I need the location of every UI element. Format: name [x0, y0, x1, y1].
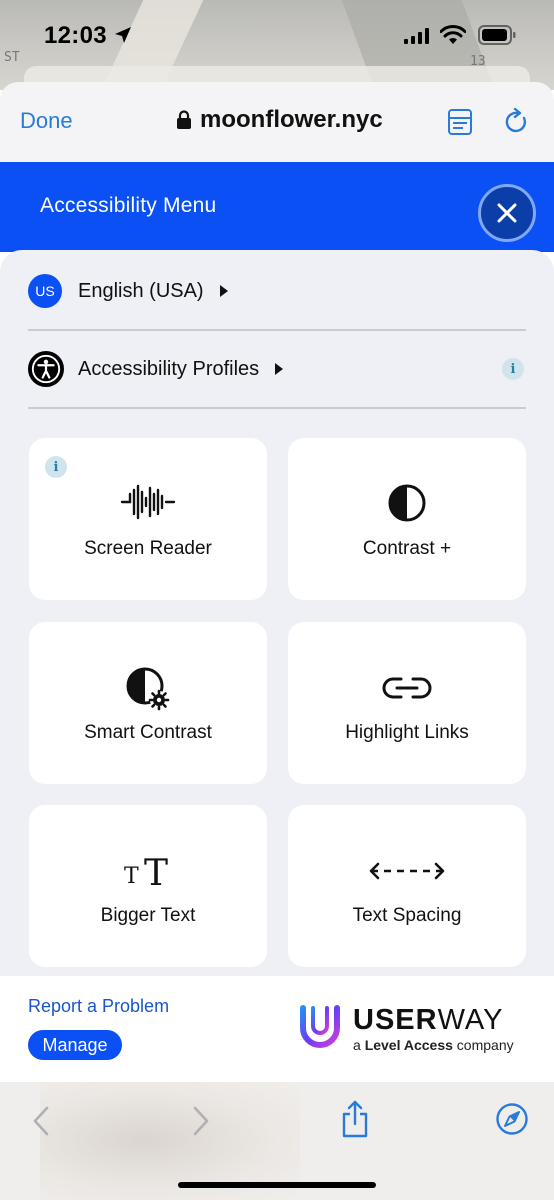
accessibility-profiles-label: Accessibility Profiles [78, 357, 260, 380]
accessibility-person-icon [28, 351, 64, 387]
accessibility-panel: US English (USA) Accessibility Profiles … [0, 250, 554, 976]
share-icon[interactable] [340, 1100, 370, 1138]
brand-bold-text: USER [353, 1004, 438, 1036]
tile-label: Screen Reader [84, 538, 212, 559]
text-size-icon: T T [29, 851, 267, 891]
close-menu-button[interactable] [478, 184, 536, 242]
close-icon [497, 203, 517, 223]
language-flag-badge: US [28, 274, 62, 308]
url-text: moonflower.nyc [200, 106, 383, 133]
tile-label: Contrast + [362, 538, 452, 559]
cellular-signal-icon [404, 28, 429, 44]
status-time: 12:03 [44, 22, 107, 49]
url-display[interactable]: moonflower.nyc [176, 106, 383, 134]
tile-smart-contrast[interactable]: Smart Contrast [29, 622, 267, 784]
tile-label: Smart Contrast [84, 722, 212, 743]
language-selector[interactable]: US English (USA) [28, 252, 526, 330]
tile-bigger-text[interactable]: T T Bigger Text [29, 805, 267, 967]
browser-top-bar: Done moonflower.nyc [0, 82, 554, 162]
manage-button[interactable]: Manage [28, 1030, 122, 1060]
text-spacing-icon [288, 861, 526, 881]
tile-label: Bigger Text [100, 905, 196, 926]
battery-icon [478, 25, 516, 45]
status-bar: 12:03 [0, 0, 554, 70]
waveform-icon [29, 482, 267, 522]
caret-right-icon [219, 285, 228, 297]
svg-text:T: T [124, 864, 139, 889]
home-indicator [178, 1182, 376, 1188]
tile-label: Text Spacing [352, 905, 462, 926]
svg-text:T: T [144, 853, 168, 891]
link-icon [288, 676, 526, 700]
accessibility-menu-header: Accessibility Menu [0, 162, 554, 252]
caret-right-icon [275, 363, 284, 375]
tile-screen-reader[interactable]: i Screen Reader [29, 438, 267, 600]
info-icon[interactable]: i [45, 456, 67, 478]
tile-contrast[interactable]: Contrast + [288, 438, 526, 600]
done-button[interactable]: Done [20, 108, 73, 134]
lock-icon [177, 110, 191, 129]
accessibility-menu-title: Accessibility Menu [40, 194, 217, 217]
reader-view-icon[interactable] [448, 108, 472, 136]
userway-brand: USERWAY [353, 1004, 503, 1037]
tile-text-spacing[interactable]: Text Spacing [288, 805, 526, 967]
forward-arrow-icon[interactable] [190, 1104, 212, 1138]
userway-logo-icon [300, 1005, 340, 1048]
tagline-company: Level Access [364, 1037, 453, 1053]
back-arrow-icon[interactable] [30, 1104, 52, 1138]
compass-icon[interactable] [495, 1102, 529, 1136]
smart-contrast-icon [29, 666, 267, 712]
contrast-icon [288, 482, 526, 524]
widget-footer: Report a Problem Manage USERWAY a Level … [0, 976, 554, 1082]
location-arrow-icon [115, 27, 131, 43]
tagline-prefix: a [353, 1037, 365, 1053]
language-label: English (USA) [78, 279, 204, 302]
divider [28, 407, 526, 409]
wifi-icon [440, 25, 466, 44]
tile-highlight-links[interactable]: Highlight Links [288, 622, 526, 784]
brand-tagline: a Level Access company [353, 1037, 514, 1053]
accessibility-profiles-row[interactable]: Accessibility Profiles i [28, 330, 526, 408]
tagline-suffix: company [452, 1037, 514, 1053]
brand-light-text: WAY [437, 1004, 504, 1036]
tile-label: Highlight Links [345, 722, 469, 743]
reload-icon[interactable] [504, 108, 530, 136]
report-problem-link[interactable]: Report a Problem [28, 996, 169, 1017]
info-icon[interactable]: i [502, 358, 524, 380]
